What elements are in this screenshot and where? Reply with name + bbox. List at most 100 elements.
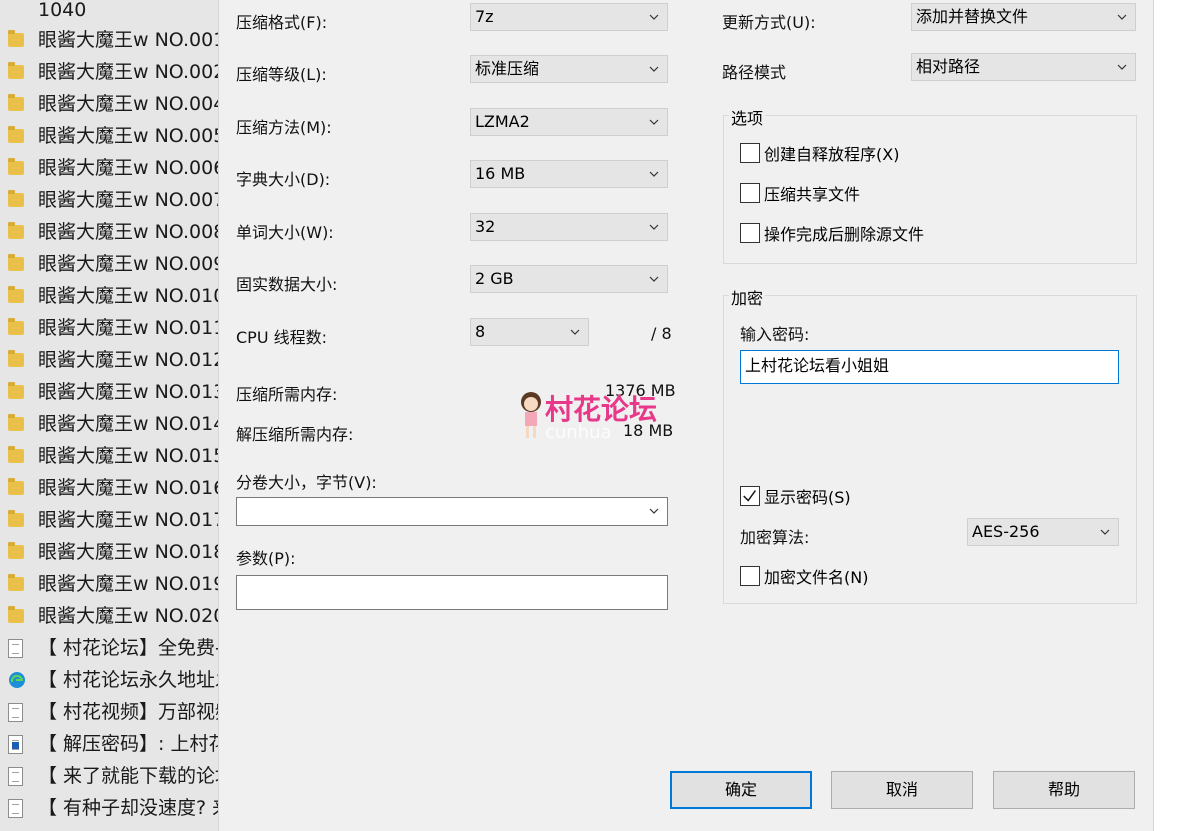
text-file-icon bbox=[8, 703, 26, 722]
checkbox-box[interactable] bbox=[740, 183, 760, 203]
add-to-archive-dialog: 压缩格式(F): 7z 压缩等级(L): 标准压缩 压缩方法(M): LZMA2… bbox=[218, 0, 1154, 831]
chevron-down-icon bbox=[1117, 64, 1127, 70]
dict-select[interactable]: 16 MB bbox=[470, 160, 668, 188]
checkbox-box[interactable] bbox=[740, 566, 760, 586]
chevron-down-icon bbox=[570, 329, 580, 335]
folder-item[interactable]: 眼酱大魔王w NO.012 bbox=[0, 344, 230, 376]
params-input[interactable] bbox=[236, 575, 668, 610]
folder-item[interactable]: 眼酱大魔王w NO.010 bbox=[0, 280, 230, 312]
folder-item[interactable]: 眼酱大魔王w NO.016 bbox=[0, 472, 230, 504]
explorer-file-list: 1040 眼酱大魔王w NO.001 眼酱大魔王w NO.002 眼酱大魔王w NO… bbox=[0, 0, 230, 831]
folder-icon bbox=[8, 190, 26, 209]
folder-item[interactable]: 眼酱大魔王w NO.013 bbox=[0, 376, 230, 408]
file-item[interactable]: 【 有种子却没速度? 来 bbox=[0, 792, 230, 824]
path-mode-label: 路径模式 bbox=[722, 63, 787, 82]
folder-item[interactable]: 眼酱大魔王w NO.004 bbox=[0, 88, 230, 120]
folder-icon bbox=[8, 30, 26, 49]
folder-name: 眼酱大魔王w NO.014 bbox=[38, 413, 226, 435]
word-label: 单词大小(W): bbox=[236, 223, 334, 242]
cpu-label: CPU 线程数: bbox=[236, 328, 328, 347]
folder-name: 眼酱大魔王w NO.008 bbox=[38, 221, 226, 243]
checkbox-box[interactable] bbox=[740, 486, 760, 506]
file-item[interactable]: 【 解压密码】: 上村花 bbox=[0, 728, 230, 760]
password-input[interactable]: 上村花论坛看小姐姐 bbox=[740, 350, 1119, 384]
word-select[interactable]: 32 bbox=[470, 213, 668, 241]
folder-icon bbox=[8, 510, 26, 529]
folder-item[interactable]: 眼酱大魔王w NO.017 bbox=[0, 504, 230, 536]
folder-name: 眼酱大魔王w NO.016 bbox=[38, 477, 226, 499]
checkbox-box[interactable] bbox=[740, 223, 760, 243]
folder-name: 眼酱大魔王w NO.011 bbox=[38, 317, 226, 339]
update-select[interactable]: 添加并替换文件 bbox=[911, 3, 1136, 31]
solid-select[interactable]: 2 GB bbox=[470, 265, 668, 293]
method-select[interactable]: LZMA2 bbox=[470, 108, 668, 136]
folder-name: 眼酱大魔王w NO.009 bbox=[38, 253, 226, 275]
folder-item[interactable]: 眼酱大魔王w NO.002 bbox=[0, 56, 230, 88]
delete-after-checkbox[interactable]: 操作完成后删除源文件 bbox=[740, 221, 924, 245]
show-password-checkbox[interactable]: 显示密码(S) bbox=[740, 484, 851, 508]
folder-item[interactable]: 眼酱大魔王w NO.015 bbox=[0, 440, 230, 472]
folder-icon bbox=[8, 286, 26, 305]
file-item[interactable]: 【 村花视频】万部视频 bbox=[0, 696, 230, 728]
shared-files-checkbox[interactable]: 压缩共享文件 bbox=[740, 181, 860, 205]
folder-name: 眼酱大魔王w NO.015 bbox=[38, 445, 226, 467]
folder-icon bbox=[8, 318, 26, 337]
algo-label: 加密算法: bbox=[740, 528, 810, 547]
algo-select[interactable]: AES-256 bbox=[967, 518, 1119, 546]
folder-item[interactable]: 眼酱大魔王w NO.020 bbox=[0, 600, 230, 632]
folder-item[interactable]: 眼酱大魔王w NO.014 bbox=[0, 408, 230, 440]
chevron-down-icon bbox=[649, 171, 659, 177]
folder-item[interactable]: 眼酱大魔王w NO.009 bbox=[0, 248, 230, 280]
sfx-checkbox[interactable]: 创建自释放程序(X) bbox=[740, 141, 899, 165]
folder-name: 眼酱大魔王w NO.010 bbox=[38, 285, 226, 307]
folder-item[interactable]: 眼酱大魔王w NO.008 bbox=[0, 216, 230, 248]
path-mode-select[interactable]: 相对路径 bbox=[911, 53, 1136, 81]
format-label: 压缩格式(F): bbox=[236, 13, 328, 32]
format-select[interactable]: 7z bbox=[470, 3, 668, 31]
folder-item[interactable]: 眼酱大魔王w NO.005 bbox=[0, 120, 230, 152]
file-item[interactable]: 【 村花论坛】全免费-无 bbox=[0, 632, 230, 664]
folder-name: 眼酱大魔王w NO.005 bbox=[38, 125, 226, 147]
folder-item[interactable]: 眼酱大魔王w NO.006 bbox=[0, 152, 230, 184]
file-name: 1040 bbox=[38, 0, 87, 21]
level-select[interactable]: 标准压缩 bbox=[470, 55, 668, 83]
folder-icon bbox=[8, 574, 26, 593]
checkmark-icon bbox=[743, 490, 756, 502]
level-label: 压缩等级(L): bbox=[236, 65, 327, 84]
folder-item[interactable]: 眼酱大魔王w NO.018 bbox=[0, 536, 230, 568]
method-label: 压缩方法(M): bbox=[236, 118, 332, 137]
folder-icon bbox=[8, 222, 26, 241]
folder-icon bbox=[8, 606, 26, 625]
file-name: 【 解压密码】: 上村花 bbox=[38, 733, 228, 755]
cancel-button[interactable]: 取消 bbox=[831, 771, 973, 809]
ok-button[interactable]: 确定 bbox=[670, 771, 812, 809]
edge-shortcut-icon bbox=[8, 671, 26, 689]
folder-icon bbox=[8, 382, 26, 401]
chevron-down-icon bbox=[649, 224, 659, 230]
file-name: 【 村花视频】万部视频 bbox=[38, 701, 230, 723]
folder-icon bbox=[8, 414, 26, 433]
encryption-title: 加密 bbox=[729, 285, 766, 309]
cpu-select[interactable]: 8 bbox=[470, 318, 589, 346]
dict-label: 字典大小(D): bbox=[236, 170, 331, 189]
chevron-down-icon bbox=[649, 508, 659, 514]
chevron-down-icon bbox=[649, 66, 659, 72]
file-item[interactable]: 【 来了就能下载的论坛 bbox=[0, 760, 230, 792]
folder-item[interactable]: 眼酱大魔王w NO.007 bbox=[0, 184, 230, 216]
help-button[interactable]: 帮助 bbox=[993, 771, 1135, 809]
file-name: 【 村花论坛永久地址发 bbox=[38, 669, 230, 691]
mem-compress-label: 压缩所需内存: bbox=[236, 385, 338, 404]
list-item[interactable]: 1040 bbox=[0, 0, 230, 26]
chevron-down-icon bbox=[649, 14, 659, 20]
file-item[interactable]: 【 村花论坛永久地址发 bbox=[0, 664, 230, 696]
volume-select[interactable] bbox=[236, 497, 668, 526]
folder-icon bbox=[8, 94, 26, 113]
volume-label: 分卷大小，字节(V): bbox=[236, 473, 377, 492]
checkbox-box[interactable] bbox=[740, 143, 760, 163]
folder-item[interactable]: 眼酱大魔王w NO.011 bbox=[0, 312, 230, 344]
folder-name: 眼酱大魔王w NO.013 bbox=[38, 381, 226, 403]
folder-item[interactable]: 眼酱大魔王w NO.019 bbox=[0, 568, 230, 600]
folder-name: 眼酱大魔王w NO.017 bbox=[38, 509, 226, 531]
encrypt-names-checkbox[interactable]: 加密文件名(N) bbox=[740, 564, 868, 588]
folder-item[interactable]: 眼酱大魔王w NO.001 bbox=[0, 24, 230, 56]
